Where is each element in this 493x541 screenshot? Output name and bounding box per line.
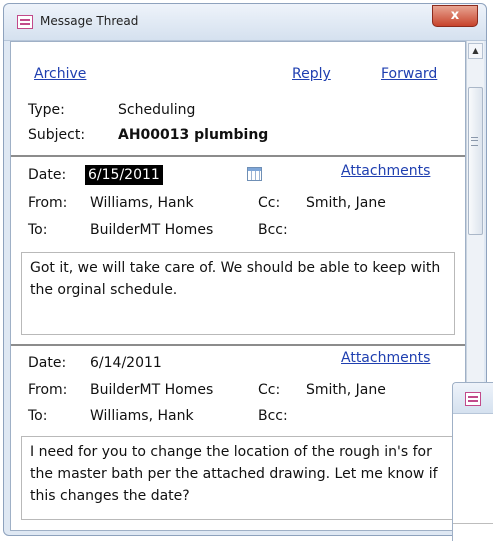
to-label: To: — [28, 408, 48, 424]
attachments-link[interactable]: Attachments — [341, 163, 430, 179]
close-button[interactable]: x — [432, 5, 478, 27]
date-field[interactable]: 6/15/2011 — [85, 165, 163, 185]
section-divider — [11, 344, 465, 346]
attachments-link[interactable]: Attachments — [341, 350, 430, 366]
to-label: To: — [28, 222, 48, 238]
section-divider — [11, 155, 465, 157]
cc-label: Cc: — [258, 195, 281, 211]
thread-content: Archive Reply Forward Type: Scheduling S… — [10, 41, 466, 531]
scroll-thumb[interactable] — [468, 87, 483, 235]
divider — [453, 523, 493, 524]
message-body[interactable]: I need for you to change the location of… — [21, 436, 455, 520]
calendar-icon[interactable] — [247, 167, 262, 181]
from-label: From: — [28, 195, 68, 211]
date-value[interactable]: 6/14/2011 — [90, 355, 162, 371]
date-label: Date: — [28, 167, 67, 183]
cc-value: Smith, Jane — [306, 382, 386, 398]
reply-link[interactable]: Reply — [292, 66, 331, 82]
scroll-up-arrow[interactable]: ▲ — [468, 43, 483, 59]
scroll-grip-icon — [471, 137, 478, 146]
to-value: Williams, Hank — [90, 408, 194, 424]
background-window-title-bar[interactable] — [453, 383, 493, 414]
from-value: BuilderMT Homes — [90, 382, 214, 398]
to-value: BuilderMT Homes — [90, 222, 214, 238]
title-bar[interactable]: Message Thread x — [4, 4, 486, 41]
bcc-label: Bcc: — [258, 222, 288, 238]
message-thread-window: Message Thread x Archive Reply Forward T… — [3, 3, 487, 536]
message-body[interactable]: Got it, we will take care of. We should … — [21, 252, 455, 335]
form-icon — [465, 392, 481, 406]
subject-label: Subject: — [28, 127, 86, 143]
cc-value: Smith, Jane — [306, 195, 386, 211]
form-icon — [17, 15, 33, 29]
subject-value: AH00013 plumbing — [118, 127, 269, 143]
from-label: From: — [28, 382, 68, 398]
archive-link[interactable]: Archive — [34, 66, 86, 82]
date-label: Date: — [28, 355, 67, 371]
forward-link[interactable]: Forward — [381, 66, 437, 82]
bcc-label: Bcc: — [258, 408, 288, 424]
background-window[interactable] — [452, 382, 493, 541]
cc-label: Cc: — [258, 382, 281, 398]
type-label: Type: — [28, 102, 65, 118]
from-value: Williams, Hank — [90, 195, 194, 211]
window-title: Message Thread — [40, 14, 139, 28]
type-value: Scheduling — [118, 102, 196, 118]
